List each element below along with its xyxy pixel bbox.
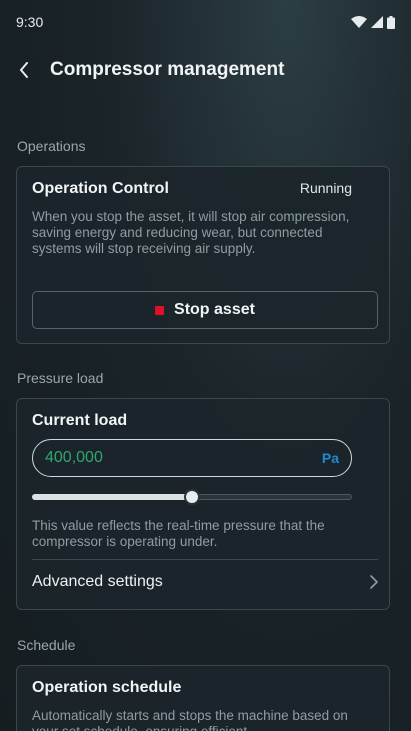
wifi-icon: [351, 16, 367, 28]
current-load-value: 400,000: [45, 449, 103, 466]
slider-thumb[interactable]: [184, 489, 200, 505]
operation-schedule-description: Automatically starts and stops the machi…: [32, 708, 348, 731]
chevron-right-icon: [370, 575, 378, 589]
advanced-settings-label: Advanced settings: [32, 573, 163, 590]
battery-icon: [387, 15, 395, 29]
section-label-pressure-load: Pressure load: [17, 370, 104, 386]
app-header: Compressor management: [0, 50, 411, 90]
current-load-card: Current load 400,000 Pa This value refle…: [16, 398, 390, 610]
status-time: 9:30: [16, 14, 44, 30]
status-badge: Running: [299, 180, 352, 196]
page-title: Compressor management: [50, 59, 285, 80]
stop-icon: [155, 305, 165, 315]
current-load-title: Current load: [32, 412, 128, 429]
back-button[interactable]: [2, 50, 46, 90]
load-slider[interactable]: [32, 487, 352, 507]
operation-schedule-title: Operation schedule: [32, 679, 182, 696]
operation-control-description: When you stop the asset, it will stop ai…: [32, 209, 350, 256]
chevron-left-icon: [20, 62, 28, 78]
stop-asset-label: Stop asset: [174, 301, 255, 318]
operation-control-title: Operation Control: [32, 180, 169, 197]
current-load-description: This value reflects the real-time pressu…: [32, 518, 325, 549]
pressure-unit: Pa: [321, 450, 339, 466]
status-bar: 9:30: [0, 0, 411, 44]
slider-fill: [32, 494, 192, 500]
stop-asset-button[interactable]: Stop asset: [32, 291, 378, 329]
status-icons: [351, 15, 395, 29]
operation-schedule-card: Operation schedule Automatically starts …: [16, 665, 390, 731]
current-load-input[interactable]: 400,000 Pa: [32, 439, 352, 477]
section-label-operations: Operations: [17, 138, 86, 154]
section-label-schedule: Schedule: [17, 637, 76, 653]
signal-icon: [371, 16, 383, 28]
operation-control-card: Operation Control Running When you stop …: [16, 166, 390, 344]
advanced-settings-row[interactable]: Advanced settings: [32, 560, 378, 604]
